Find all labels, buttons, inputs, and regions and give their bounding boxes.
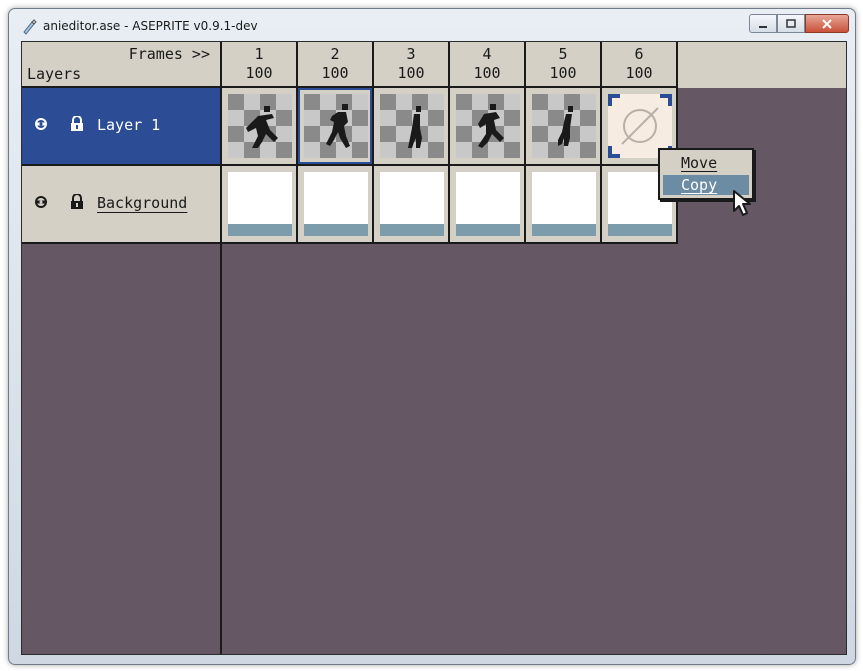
frame-number: 1 xyxy=(254,45,264,63)
lock-icon[interactable] xyxy=(70,194,84,210)
cel-background-frame1[interactable] xyxy=(222,166,298,244)
frame-header-1[interactable]: 1 100 xyxy=(222,42,298,88)
layer-row-layer-1[interactable]: Layer 1 xyxy=(22,88,222,166)
frame-header-3[interactable]: 3 100 xyxy=(374,42,450,88)
frame-duration: 100 xyxy=(321,64,349,82)
frame-header-4[interactable]: 4 100 xyxy=(450,42,526,88)
minimize-button[interactable] xyxy=(749,14,777,33)
minimize-icon xyxy=(759,25,767,28)
frame-header-5[interactable]: 5 100 xyxy=(526,42,602,88)
cel-thumbnail xyxy=(456,172,520,236)
layers-label: Layers xyxy=(27,65,82,83)
cel-background-frame2[interactable] xyxy=(298,166,374,244)
cel-layer1-frame5[interactable] xyxy=(526,88,602,166)
frame-number: 5 xyxy=(558,45,568,63)
close-icon xyxy=(822,18,832,29)
frame-number: 4 xyxy=(482,45,492,63)
mouse-cursor-icon xyxy=(733,190,751,216)
frame-header-2[interactable]: 2 100 xyxy=(298,42,374,88)
cel-thumbnail xyxy=(228,172,292,236)
frame-duration: 100 xyxy=(473,64,501,82)
cel-layer1-frame1[interactable] xyxy=(222,88,298,166)
cel-background-frame4[interactable] xyxy=(450,166,526,244)
close-button[interactable] xyxy=(805,14,849,33)
cel-thumbnail xyxy=(532,94,596,158)
cel-background-frame3[interactable] xyxy=(374,166,450,244)
cel-thumbnail xyxy=(228,94,292,158)
frame-duration: 100 xyxy=(549,64,577,82)
maximize-button[interactable] xyxy=(777,14,805,33)
cel-thumbnail xyxy=(304,172,368,236)
app-window: anieditor.ase - ASEPRITE v0.9.1-dev Fram… xyxy=(8,8,856,665)
window-title: anieditor.ase - ASEPRITE v0.9.1-dev xyxy=(43,19,258,33)
cel-layer1-frame3[interactable] xyxy=(374,88,450,166)
timeline-editor: Frames >> Layers 1 100 2 100 3 100 4 100… xyxy=(21,41,847,655)
layer-row-background[interactable]: Background xyxy=(22,166,222,244)
layers-divider[interactable] xyxy=(220,242,222,654)
frame-number: 2 xyxy=(330,45,340,63)
eye-icon[interactable] xyxy=(34,195,48,209)
eye-icon[interactable] xyxy=(34,117,48,131)
lock-icon[interactable] xyxy=(70,116,84,132)
cel-layer1-frame4[interactable] xyxy=(450,88,526,166)
selected-frame-outline xyxy=(298,88,372,164)
cel-layer1-frame2[interactable] xyxy=(298,88,374,166)
cel-thumbnail xyxy=(380,172,444,236)
cel-thumbnail xyxy=(380,94,444,158)
layer-name: Layer 1 xyxy=(97,116,161,134)
cel-background-frame5[interactable] xyxy=(526,166,602,244)
layer-name: Background xyxy=(97,194,188,212)
frame-header-6[interactable]: 6 100 xyxy=(602,42,678,88)
app-icon xyxy=(23,19,37,35)
frame-number: 6 xyxy=(634,45,644,63)
frame-duration: 100 xyxy=(397,64,425,82)
menu-item-label: Move xyxy=(681,154,718,172)
frame-number: 3 xyxy=(406,45,416,63)
menu-item-move[interactable]: Move xyxy=(663,153,749,173)
timeline-corner: Frames >> Layers xyxy=(22,42,222,88)
menu-item-label: Copy xyxy=(681,176,718,194)
frames-toggle[interactable]: Frames >> xyxy=(129,45,210,63)
frame-duration: 100 xyxy=(245,64,273,82)
frame-duration: 100 xyxy=(625,64,653,82)
cel-thumbnail xyxy=(456,94,520,158)
cel-thumbnail xyxy=(532,172,596,236)
maximize-icon xyxy=(786,18,796,28)
title-bar[interactable]: anieditor.ase - ASEPRITE v0.9.1-dev xyxy=(9,9,855,41)
